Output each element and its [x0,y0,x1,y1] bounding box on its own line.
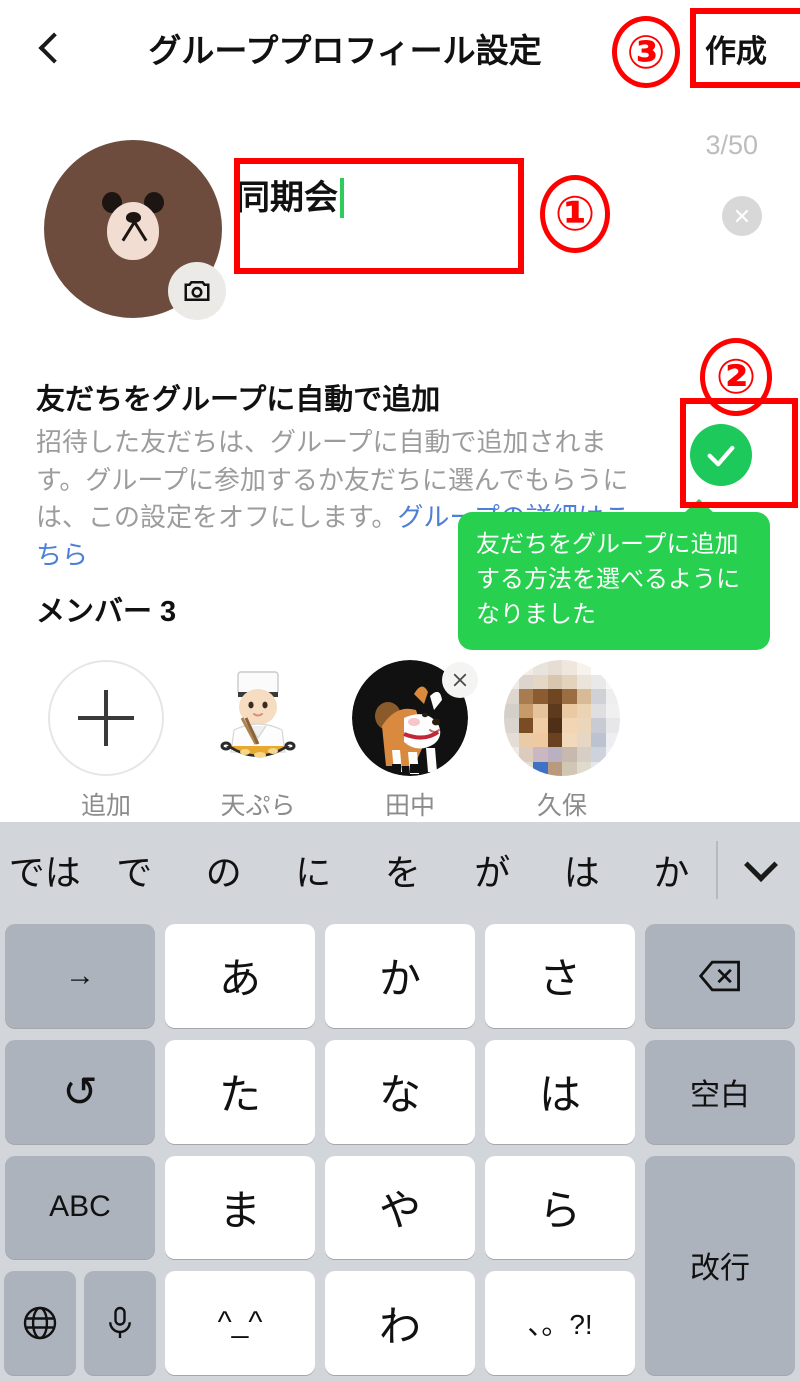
suggestion-7[interactable]: か [627,844,717,896]
remove-member-button[interactable] [442,662,478,698]
member-item-tanaka[interactable]: 田中 [334,660,486,820]
member-label: 追加 [80,792,131,820]
globe-icon [23,1306,57,1340]
mic-key[interactable] [84,1271,156,1375]
key-wa[interactable]: わ [325,1271,475,1375]
group-profile-settings-screen: グループプロフィール設定 作成 同期会 3/50 友だちをグループに自動で追加 … [0,0,800,1381]
key-ra[interactable]: ら [485,1155,635,1260]
members-list: 追加 天ぷら 田中 久保 [0,660,800,820]
arrow-right-key[interactable]: → [5,924,155,1028]
annotation-marker-2: ② [700,338,772,416]
undo-key[interactable]: ↺ [5,1039,155,1144]
text-caret [340,178,344,218]
key-emoticon[interactable]: ^_^ [165,1271,315,1375]
suggestion-divider [716,841,718,899]
plus-icon [48,660,164,776]
group-profile-row: 同期会 3/50 [0,130,800,330]
return-key[interactable]: 改行 [645,1155,795,1375]
member-label: 天ぷら [220,792,296,820]
mosaic-blurred-photo [504,660,620,776]
key-a[interactable]: あ [165,924,315,1028]
group-avatar-button[interactable] [44,140,226,320]
microphone-icon [109,1306,131,1339]
suggestion-0[interactable]: では [0,844,90,896]
backspace-icon [698,960,740,992]
key-punctuation[interactable]: 、。?! [485,1271,635,1375]
chevron-down-icon [744,848,778,882]
suggestion-5[interactable]: が [448,844,538,896]
japanese-keyboard: では で の に を が は か → あ か さ ↺ た な は 空白 ABC … [0,822,800,1381]
key-grid: → あ か さ ↺ た な は 空白 ABC ま や ら 改行 ^_^ わ 、。… [0,918,800,1381]
members-heading: メンバー 3 [36,596,177,628]
group-name-value: 同期会 [236,179,338,217]
avatar [504,660,620,776]
suggestion-bar: では で の に を が は か [0,822,800,918]
suggestion-1[interactable]: で [90,844,180,896]
suggestion-3[interactable]: に [269,844,359,896]
key-na[interactable]: な [325,1039,475,1144]
member-label: 田中 [384,792,435,820]
create-button[interactable]: 作成 [680,18,792,78]
bear-muzzle-icon [107,202,159,260]
auto-add-toggle[interactable] [690,424,752,486]
member-label: 久保 [536,792,587,820]
bottom-left-keys [0,1265,160,1381]
app-header: グループプロフィール設定 作成 [0,0,800,96]
avatar [200,660,316,776]
auto-add-title: 友だちをグループに自動で追加 [36,384,441,416]
tooltip-arrow-icon [684,499,714,513]
annotation-marker-1: ① [540,175,610,253]
camera-icon[interactable] [168,262,226,320]
globe-key[interactable] [4,1271,76,1375]
tooltip-text: 友だちをグループに追加する方法を選べるようになりました [476,531,740,628]
key-ka[interactable]: か [325,924,475,1028]
feature-tooltip[interactable]: 友だちをグループに追加する方法を選べるようになりました [458,499,770,651]
clear-input-button[interactable] [722,196,762,236]
key-ha[interactable]: は [485,1039,635,1144]
backspace-key[interactable] [645,924,795,1028]
member-add-button[interactable]: 追加 [30,660,182,820]
key-ta[interactable]: た [165,1039,315,1144]
member-item-kubo[interactable]: 久保 [486,660,638,820]
annotation-marker-3: ③ [612,16,680,88]
space-key[interactable]: 空白 [645,1039,795,1144]
abc-key[interactable]: ABC [5,1155,155,1260]
tempura-chef-illustration [200,660,316,776]
collapse-suggestions-button[interactable] [722,848,800,882]
key-ya[interactable]: や [325,1155,475,1260]
suggestion-4[interactable]: を [358,844,448,896]
suggestion-2[interactable]: の [179,844,269,896]
group-name-input[interactable]: 同期会 [236,166,526,230]
suggestion-6[interactable]: は [537,844,627,896]
character-counter: 3/50 [705,130,758,160]
member-item-tempura[interactable]: 天ぷら [182,660,334,820]
key-ma[interactable]: ま [165,1155,315,1260]
key-sa[interactable]: さ [485,924,635,1028]
